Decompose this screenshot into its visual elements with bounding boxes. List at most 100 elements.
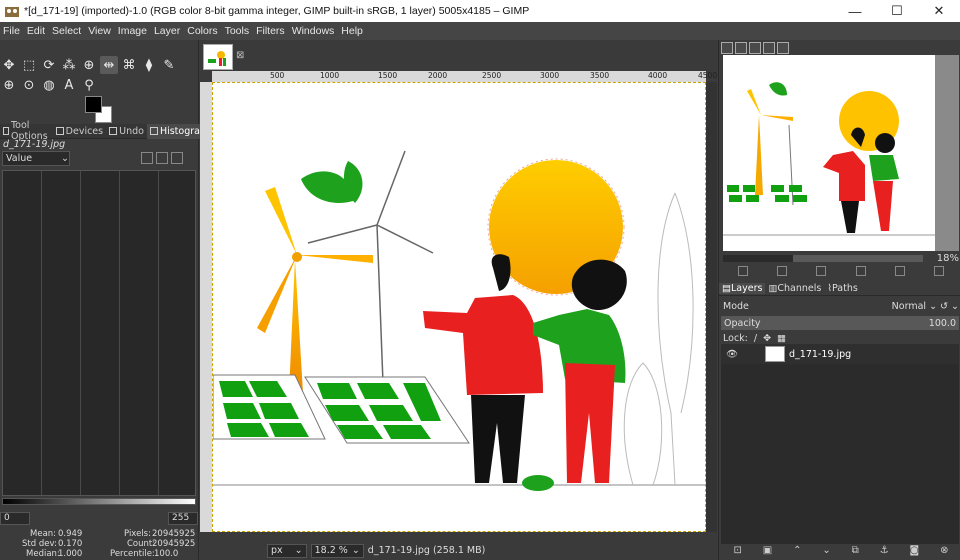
count-label: Count: xyxy=(127,539,156,549)
menu-windows[interactable]: Windows xyxy=(289,25,339,37)
free-select-tool-icon[interactable]: ⟳ xyxy=(40,56,58,74)
opacity-slider[interactable]: Opacity 100.0 xyxy=(721,316,959,330)
duplicate-layer-icon[interactable]: ⧉ xyxy=(852,545,859,559)
menu-help[interactable]: Help xyxy=(338,25,367,37)
anchor-layer-icon[interactable]: ⚓ xyxy=(880,545,889,559)
layer-mode-row: Mode Normal ⌄ ↺ ⌄ xyxy=(723,299,959,314)
vertical-ruler[interactable] xyxy=(200,82,212,532)
shrink-wrap-icon[interactable] xyxy=(934,266,945,276)
layer-thumbnail xyxy=(765,346,785,362)
layers-icon: ▤ xyxy=(722,283,731,294)
brushes-tab-icon[interactable] xyxy=(777,42,789,54)
histogram-channel-select[interactable]: Value ⌄ xyxy=(2,151,70,166)
eco-illustration xyxy=(213,150,705,491)
tab-layers[interactable]: ▤ Layers xyxy=(719,283,766,294)
menu-colors[interactable]: Colors xyxy=(184,25,221,37)
visibility-eye-icon[interactable]: 👁 xyxy=(721,349,743,360)
rect-select-tool-icon[interactable]: ⬚ xyxy=(20,56,38,74)
menu-edit[interactable]: Edit xyxy=(24,25,49,37)
lock-position-icon[interactable]: ✥ xyxy=(763,333,771,344)
tab-channels[interactable]: ▥ Channels xyxy=(765,283,824,294)
histogram-graph xyxy=(2,170,196,496)
paintbrush-tool-icon[interactable]: ✎ xyxy=(160,56,178,74)
ruler-tick-label: 3000 xyxy=(540,71,560,80)
raise-layer-icon[interactable]: ⌃ xyxy=(793,545,801,559)
layer-list-empty-area[interactable] xyxy=(721,364,959,544)
navigator-zoom-bar[interactable]: 18% xyxy=(723,252,959,264)
new-layer-icon[interactable]: ⊡ xyxy=(733,545,741,559)
delete-layer-icon[interactable]: ⊗ xyxy=(940,545,948,559)
unified-transform-tool-icon[interactable]: ⇹ xyxy=(100,56,118,74)
layer-buttons: ⊡ ▣ ⌃ ⌄ ⧉ ⚓ ◙ ⊗ xyxy=(723,545,959,559)
image-canvas[interactable] xyxy=(212,82,706,532)
zoom-select[interactable]: 18.2 % ⌄ xyxy=(310,543,364,558)
paths-tool-icon[interactable]: ◍ xyxy=(40,76,58,94)
menu-view[interactable]: View xyxy=(85,25,115,37)
histogram-gradient-bar[interactable] xyxy=(2,498,196,505)
fill-window-icon[interactable] xyxy=(894,266,905,276)
close-button[interactable]: ✕ xyxy=(918,0,960,22)
histogram-rgb-icon[interactable] xyxy=(171,152,183,164)
menu-file[interactable]: File xyxy=(0,25,24,37)
tab-devices[interactable]: Devices xyxy=(53,124,106,139)
fuzzy-select-tool-icon[interactable]: ⁂ xyxy=(60,56,78,74)
tab-tool-options[interactable]: Tool Options xyxy=(0,120,53,142)
navigator-tab-icon[interactable] xyxy=(721,42,733,54)
bucket-fill-tool-icon[interactable]: ⧫ xyxy=(140,56,158,74)
text-tool-icon[interactable]: A xyxy=(60,76,78,94)
menu-filters[interactable]: Filters xyxy=(253,25,289,37)
percentile-label: Percentile: xyxy=(110,549,155,559)
channels-icon: ▥ xyxy=(768,283,778,294)
new-layer-group-icon[interactable]: ▣ xyxy=(763,545,772,559)
lock-pixels-icon[interactable]: / xyxy=(754,333,757,344)
navigator-preview[interactable] xyxy=(723,55,935,251)
ruler-tick-label: 1500 xyxy=(378,71,398,80)
range-max-input[interactable]: 255 xyxy=(168,512,198,525)
layer-name[interactable]: d_171-19.jpg xyxy=(789,349,851,360)
menu-image[interactable]: Image xyxy=(115,25,151,37)
fg-bg-color-selector[interactable] xyxy=(85,96,113,124)
range-min-input[interactable]: 0 xyxy=(0,512,30,525)
document-history-tab-icon[interactable] xyxy=(763,42,775,54)
fonts-tab-icon[interactable] xyxy=(749,42,761,54)
lower-layer-icon[interactable]: ⌄ xyxy=(822,545,830,559)
tab-paths[interactable]: ⌇ Paths xyxy=(824,283,860,294)
zoom-in-icon[interactable] xyxy=(776,266,787,276)
zoom-out-icon[interactable] xyxy=(737,266,748,276)
log-histogram-icon[interactable] xyxy=(156,152,168,164)
mode-select[interactable]: Normal ⌄ ↺ ⌄ xyxy=(892,301,959,312)
linear-histogram-icon[interactable] xyxy=(141,152,153,164)
menu-layer[interactable]: Layer xyxy=(151,25,184,37)
unit-select[interactable]: px ⌄ xyxy=(267,543,307,558)
horizontal-ruler[interactable]: 500 1000 1500 2000 2500 3000 3500 4000 4… xyxy=(212,71,717,82)
gimp-app-icon xyxy=(4,4,20,18)
lock-alpha-icon[interactable]: ▦ xyxy=(777,333,786,344)
menu-tools[interactable]: Tools xyxy=(222,25,254,37)
man-figure xyxy=(423,254,543,483)
images-tab-icon[interactable] xyxy=(735,42,747,54)
percentile-value: 100.0 xyxy=(154,549,179,559)
fit-image-icon[interactable] xyxy=(855,266,866,276)
zoom-tool-icon[interactable]: ⚲ xyxy=(80,76,98,94)
tab-undo[interactable]: Undo xyxy=(106,124,147,139)
mask-layer-icon[interactable]: ◙ xyxy=(910,545,920,559)
warp-tool-icon[interactable]: ⌘ xyxy=(120,56,138,74)
minimize-button[interactable]: — xyxy=(834,0,876,22)
stddev-value: 0.170 xyxy=(58,539,83,549)
smudge-tool-icon[interactable]: ⊙ xyxy=(20,76,38,94)
crop-tool-icon[interactable]: ⊕ xyxy=(80,56,98,74)
maximize-button[interactable]: ☐ xyxy=(876,0,918,22)
foreground-color-swatch[interactable] xyxy=(85,96,102,113)
tool-options-icon xyxy=(3,127,9,135)
opacity-value[interactable]: 100.0 xyxy=(929,318,956,329)
zoom-100-icon[interactable] xyxy=(816,266,827,276)
close-image-tab-icon[interactable]: ⊠ xyxy=(236,50,244,61)
menu-select[interactable]: Select xyxy=(49,25,85,37)
move-tool-icon[interactable]: ✥ xyxy=(0,56,18,74)
clone-tool-icon[interactable]: ⊕ xyxy=(0,76,18,94)
vertical-scrollbar[interactable] xyxy=(706,82,717,532)
status-bar: px ⌄ 18.2 % ⌄ d_171-19.jpg (258.1 MB) xyxy=(200,541,717,560)
layer-row[interactable]: 👁 d_171-19.jpg xyxy=(721,344,959,364)
zoom-slider[interactable] xyxy=(723,254,923,262)
image-tab-thumbnail[interactable] xyxy=(203,44,233,70)
